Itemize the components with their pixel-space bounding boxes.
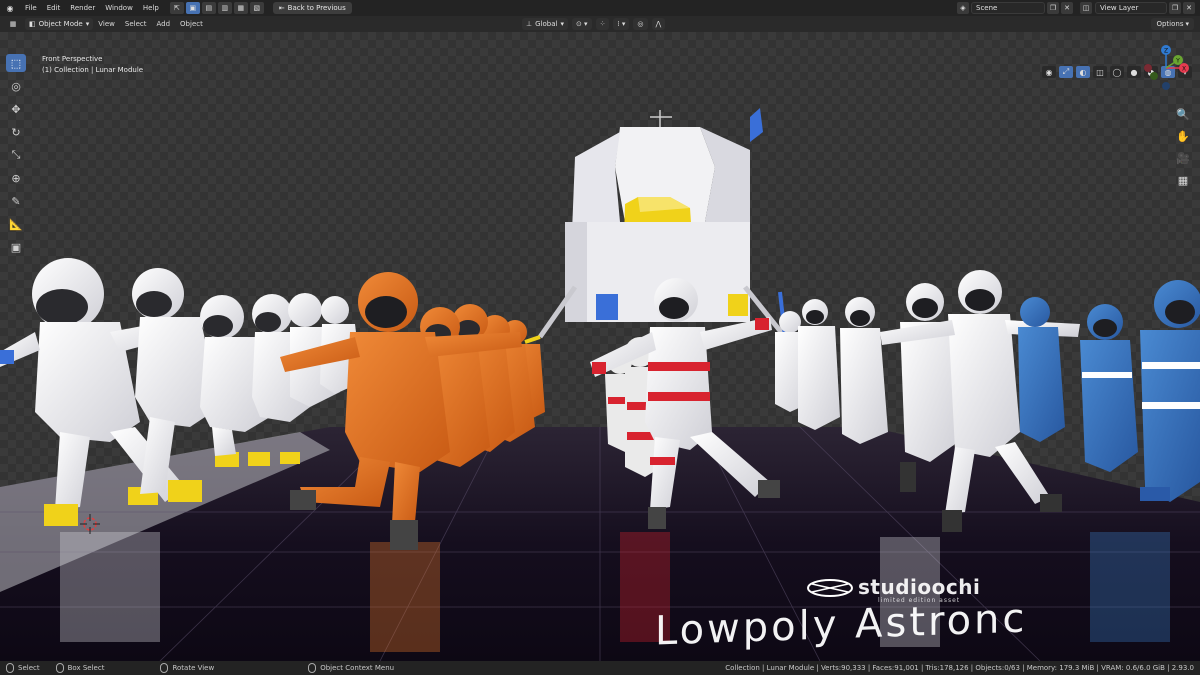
gizmo-x-label: X [1182, 66, 1186, 73]
status-rotate-view: Rotate View [160, 663, 214, 673]
object-visibility-icon[interactable]: ◉ [1042, 66, 1056, 78]
gizmo-z-label: Z [1164, 48, 1168, 55]
back-to-previous-label: Back to Previous [287, 4, 346, 12]
mouse-drag-icon [55, 663, 64, 673]
tool-shelf: ⬚ ◎ ✥ ↻ ⤡ ⊕ ✎ 📐 ▣ [6, 54, 28, 256]
navigation-controls: 🔍 ✋ 🎥 ▦ [1174, 106, 1192, 188]
proportional-falloff-select[interactable]: ⋀ [651, 18, 666, 30]
xray-toggle-icon[interactable]: ◫ [1093, 66, 1107, 78]
move-tool-icon[interactable]: ✥ [6, 100, 26, 118]
view-layer-remove-icon[interactable]: ✕ [1183, 2, 1195, 14]
snap-toggle[interactable]: ⁘ [595, 18, 610, 30]
menu-help[interactable]: Help [138, 4, 164, 12]
rotate-tool-icon[interactable]: ↻ [6, 123, 26, 141]
status-select-label: Select [18, 664, 40, 672]
mouse-right-icon [308, 663, 317, 673]
select-mode-subtract-icon[interactable]: ▥ [217, 2, 232, 14]
wireframe-shading-icon[interactable]: ◯ [1110, 66, 1124, 78]
mode-select[interactable]: ◧ Object Mode ▾ [25, 18, 94, 30]
select-mode-extend-icon[interactable]: ▤ [201, 2, 216, 14]
transform-orientation-select[interactable]: ⊥ Global ▾ [522, 18, 568, 30]
proportional-edit-toggle[interactable]: ◎ [633, 18, 648, 30]
editor-type-icon[interactable]: ▦ [6, 18, 20, 30]
chevron-down-icon: ▾ [1185, 20, 1189, 28]
lunar-module [524, 108, 787, 344]
overlays-toggle-icon[interactable]: ◐ [1076, 66, 1090, 78]
perspective-toggle-icon[interactable]: ▦ [1175, 172, 1191, 188]
select-mode-new-icon[interactable]: ▣ [185, 2, 200, 14]
back-to-previous-button[interactable]: ⇤ Back to Previous [272, 2, 352, 14]
scene-statistics: Collection | Lunar Module | Verts:90,333… [725, 664, 1194, 672]
watermark-subtitle: limited edition asset [878, 597, 961, 604]
scene-name: Scene [976, 4, 998, 12]
status-box-select-label: Box Select [67, 664, 105, 672]
chevron-down-icon: ▾ [560, 20, 564, 28]
back-icon: ⇤ [278, 4, 285, 12]
cursor-tool-icon[interactable]: ◎ [6, 77, 26, 95]
options-label: Options [1156, 20, 1184, 28]
select-mode-invert-icon[interactable]: ▦ [233, 2, 248, 14]
mouse-middle-icon [160, 663, 169, 673]
measure-tool-icon[interactable]: 📐 [6, 215, 26, 233]
view-layer-browse-icon[interactable]: ◫ [1080, 2, 1092, 14]
scene-new-icon[interactable]: ❐ [1047, 2, 1059, 14]
3d-viewport[interactable]: Front Perspective (1) Collection | Lunar… [0, 32, 1200, 661]
blender-logo-icon[interactable]: ◉ [4, 2, 16, 14]
status-rotate-view-label: Rotate View [172, 664, 215, 672]
tool-select-icon[interactable]: ⇱ [169, 2, 184, 14]
viewport-header: ▦ ◧ Object Mode ▾ View Select Add Object… [0, 16, 1200, 32]
select-mode-intersect-icon[interactable]: ▧ [249, 2, 264, 14]
transform-tools: ⊥ Global ▾ ⊙ ▾ ⁘ ⁞ ▾ ◎ ⋀ [522, 18, 666, 30]
pan-hand-icon[interactable]: ✋ [1175, 128, 1191, 144]
annotate-tool-icon[interactable]: ✎ [6, 192, 26, 210]
scene-field[interactable]: Scene [971, 2, 1045, 14]
transform-tool-icon[interactable]: ⊕ [6, 169, 26, 187]
header-menu-select[interactable]: Select [120, 20, 152, 28]
status-bar: Select Box Select Rotate View Object Con… [0, 661, 1200, 675]
status-box-select: Box Select [55, 663, 105, 673]
top-menu-bar: ◉ File Edit Render Window Help ⇱ ▣ ▤ ▥ ▦… [0, 0, 1200, 16]
watermark-brand: studioochi [858, 575, 981, 599]
zoom-icon[interactable]: 🔍 [1175, 106, 1191, 122]
scale-tool-icon[interactable]: ⤡ [6, 146, 26, 164]
options-button[interactable]: Options ▾ [1151, 18, 1194, 30]
orientation-icon: ⊥ [526, 20, 533, 28]
mouse-left-icon [6, 663, 14, 673]
chevron-down-icon: ▾ [85, 20, 90, 28]
viewport-info: Front Perspective (1) Collection | Lunar… [42, 54, 143, 76]
scene-render [0, 108, 1200, 661]
perspective-label: Front Perspective [42, 55, 103, 63]
view-layer-field[interactable]: View Layer [1095, 2, 1167, 14]
status-select: Select [6, 663, 40, 673]
view-layer-new-icon[interactable]: ❐ [1169, 2, 1181, 14]
scene-remove-icon[interactable]: ✕ [1061, 2, 1073, 14]
view-layer-name: View Layer [1100, 4, 1139, 12]
scene-browse-icon[interactable]: ◈ [957, 2, 969, 14]
navigation-gizmo[interactable]: Z X Y [1140, 42, 1192, 94]
add-cube-tool-icon[interactable]: ▣ [6, 238, 26, 256]
solid-shading-icon[interactable]: ● [1127, 66, 1141, 78]
header-menu-view[interactable]: View [93, 20, 120, 28]
mode-label: Object Mode [38, 20, 83, 28]
menu-window[interactable]: Window [100, 4, 138, 12]
menu-render[interactable]: Render [65, 4, 100, 12]
object-mode-icon: ◧ [29, 20, 36, 28]
select-box-tool-icon[interactable]: ⬚ [6, 54, 26, 72]
status-context-menu-label: Object Context Menu [320, 664, 395, 672]
header-menu-object[interactable]: Object [175, 20, 208, 28]
collection-label: (1) Collection | Lunar Module [42, 66, 144, 74]
status-context-menu: Object Context Menu [308, 663, 394, 673]
gizmo-y-label: Y [1175, 58, 1180, 65]
camera-view-icon[interactable]: 🎥 [1175, 150, 1191, 166]
blender-window: ◉ File Edit Render Window Help ⇱ ▣ ▤ ▥ ▦… [0, 0, 1200, 675]
pivot-point-select[interactable]: ⊙ ▾ [571, 18, 592, 30]
gizmo-toggle-icon[interactable]: ⤢ [1059, 66, 1073, 78]
orientation-label: Global [535, 20, 558, 28]
menu-file[interactable]: File [20, 4, 42, 12]
snap-target-select[interactable]: ⁞ ▾ [613, 18, 630, 30]
header-menu-add[interactable]: Add [151, 20, 175, 28]
menu-edit[interactable]: Edit [42, 4, 66, 12]
